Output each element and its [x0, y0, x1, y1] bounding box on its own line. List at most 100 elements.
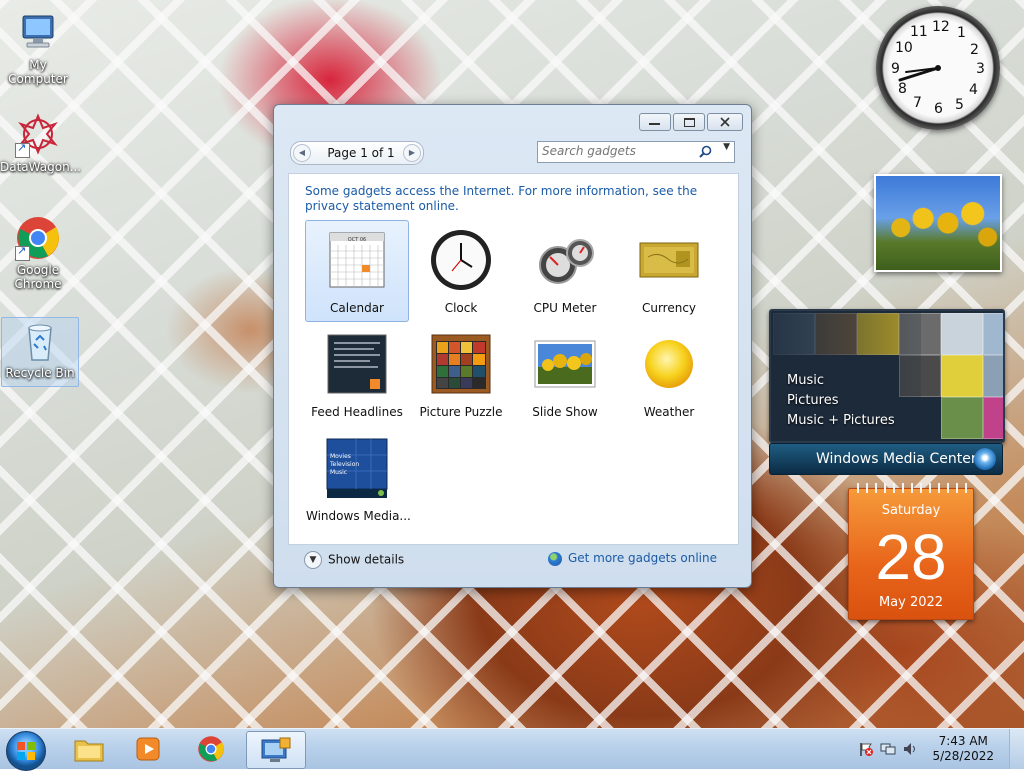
desktop-calendar-gadget[interactable]: Saturday 28 May 2022 — [848, 483, 974, 620]
taskbar-time: 7:43 AM — [938, 734, 988, 748]
calendar-weekday: Saturday — [881, 503, 941, 518]
taskbar-gadgets-window[interactable] — [246, 731, 306, 769]
calendar-gadget-icon: OCT 06 — [326, 229, 388, 291]
calendar-thumb-month: OCT 06 — [347, 237, 367, 243]
datawagon-logo-icon — [15, 112, 61, 158]
media-player-icon — [136, 737, 160, 761]
gadget-cpu-meter[interactable]: CPU Meter — [513, 220, 617, 322]
privacy-info-link[interactable]: Some gadgets access the Internet. For mo… — [305, 184, 725, 214]
shortcut-arrow-icon — [15, 244, 30, 261]
desktop-icon-label: DataWagon... — [0, 160, 82, 174]
pager-label: Page 1 of 1 — [327, 146, 395, 160]
gadget-slide-show[interactable]: Slide Show — [513, 324, 617, 426]
network-icon[interactable] — [880, 741, 896, 757]
show-details-button[interactable]: ▼ Show details — [304, 551, 404, 569]
pager: ◀ Page 1 of 1 ▶ — [290, 141, 424, 165]
minimize-button[interactable] — [639, 113, 671, 131]
desktop-icon-datawagon[interactable]: DataWagon... — [0, 112, 81, 174]
gadget-name: Clock — [444, 301, 478, 315]
wmc-item-pictures[interactable]: Pictures — [787, 393, 838, 408]
gadget-name: Feed Headlines — [311, 405, 403, 419]
gadget-windows-media-center[interactable]: Movies Television Music Windows Media... — [305, 428, 411, 530]
clock-gadget-icon — [430, 229, 492, 291]
gadget-name: Windows Media... — [306, 509, 411, 523]
gadget-picture-puzzle[interactable]: Picture Puzzle — [409, 324, 513, 426]
windows-logo-icon — [974, 448, 996, 470]
slide-show-gadget-icon — [534, 333, 596, 395]
action-center-flag-icon[interactable] — [858, 741, 874, 757]
clock-hands-icon — [898, 65, 941, 82]
next-page-button[interactable]: ▶ — [403, 144, 421, 162]
gadget-calendar[interactable]: OCT 06 Calendar — [305, 220, 409, 322]
taskbar-file-explorer[interactable] — [60, 731, 118, 767]
gadget-name: Calendar — [330, 301, 384, 315]
minimize-icon — [649, 123, 660, 125]
recycle-bin-icon — [17, 318, 63, 364]
get-more-gadgets-label: Get more gadgets online — [567, 551, 717, 565]
show-desktop-button[interactable] — [1009, 729, 1024, 769]
calendar-month-year: May 2022 — [878, 595, 944, 610]
system-tray: 7:43 AM 5/28/2022 — [854, 729, 1024, 769]
close-icon — [720, 117, 730, 127]
desktop-icon-label: My Computer — [8, 58, 68, 86]
search-gadgets-input[interactable] — [542, 143, 692, 159]
currency-gadget-icon — [638, 229, 700, 291]
gadget-name: CPU Meter — [533, 301, 597, 315]
desktop-icon-label: Recycle Bin — [5, 366, 75, 380]
gadgets-panel: Some gadgets access the Internet. For mo… — [288, 173, 739, 545]
previous-page-button[interactable]: ◀ — [293, 144, 311, 162]
windows-logo-icon — [17, 742, 35, 760]
taskbar: 7:43 AM 5/28/2022 — [0, 728, 1024, 771]
chrome-icon — [198, 736, 224, 762]
taskbar-google-chrome[interactable] — [182, 731, 240, 767]
gadgets-footer: ▼ Show details Get more gadgets online — [288, 545, 737, 577]
media-center-bar[interactable]: Windows Media Center — [769, 443, 1003, 475]
desktop-icon-label: Google Chrome — [14, 263, 62, 291]
gadget-clock[interactable]: Clock — [409, 220, 513, 322]
media-center-bar-label-rest: Media Center — [882, 451, 977, 467]
gadgets-window: ◀ Page 1 of 1 ▶ ▼ Some gadgets access th… — [273, 104, 752, 588]
picture-puzzle-gadget-icon — [430, 333, 492, 395]
wmc-thumb-line: Television — [330, 461, 360, 468]
shortcut-arrow-icon — [15, 141, 30, 158]
wmc-item-music-pictures[interactable]: Music + Pictures — [787, 413, 895, 428]
search-dropdown-icon[interactable]: ▼ — [723, 142, 730, 152]
windows-media-center-gadget-icon: Movies Television Music — [326, 437, 388, 499]
gadget-currency[interactable]: Currency — [617, 220, 721, 322]
volume-icon[interactable] — [902, 741, 918, 757]
desktop-icon-recycle-bin[interactable]: Recycle Bin — [1, 317, 79, 387]
calendar-rings-icon — [853, 483, 969, 493]
desktop-icon-my-computer[interactable]: My Computer — [0, 10, 76, 86]
gadget-name: Weather — [643, 405, 695, 419]
desktop-icon-google-chrome[interactable]: Google Chrome — [0, 215, 76, 291]
get-more-gadgets-link[interactable]: Get more gadgets online — [547, 551, 717, 566]
taskbar-date: 5/28/2022 — [932, 749, 994, 763]
close-button[interactable] — [707, 113, 743, 131]
search-icon[interactable] — [699, 145, 712, 158]
start-button[interactable] — [6, 731, 46, 771]
show-details-label: Show details — [328, 552, 405, 567]
media-center-bar-label: Windows Media Center — [816, 444, 977, 474]
restore-icon — [684, 118, 695, 127]
taskbar-clock[interactable]: 7:43 AM 5/28/2022 — [932, 734, 994, 764]
restore-button[interactable] — [673, 113, 705, 131]
wmc-thumb-line: Movies — [330, 453, 351, 460]
gadget-weather[interactable]: Weather — [617, 324, 721, 426]
gadgets-icon — [261, 737, 291, 762]
desktop-media-center-gadget[interactable]: Music Pictures Music + Pictures — [769, 309, 1005, 443]
wmc-thumb-line: Music — [330, 469, 348, 476]
gadgets-toolbar: ◀ Page 1 of 1 ▶ ▼ — [288, 139, 737, 167]
desktop-clock-gadget[interactable]: 12 1 2 3 4 5 6 7 8 9 10 11 — [876, 6, 1000, 130]
wmc-item-music[interactable]: Music — [787, 373, 824, 388]
search-gadgets-box[interactable]: ▼ — [537, 141, 735, 163]
gadget-name: Picture Puzzle — [419, 405, 503, 419]
taskbar-media-player[interactable] — [120, 731, 178, 767]
window-controls — [639, 113, 743, 131]
desktop-slideshow-gadget[interactable] — [874, 174, 1002, 272]
gadget-name: Currency — [641, 301, 697, 315]
gadget-feed-headlines[interactable]: Feed Headlines — [305, 324, 409, 426]
gadget-name: Slide Show — [532, 405, 598, 419]
folder-icon — [74, 740, 104, 762]
globe-icon — [547, 551, 562, 566]
feed-headlines-gadget-icon — [326, 333, 388, 395]
